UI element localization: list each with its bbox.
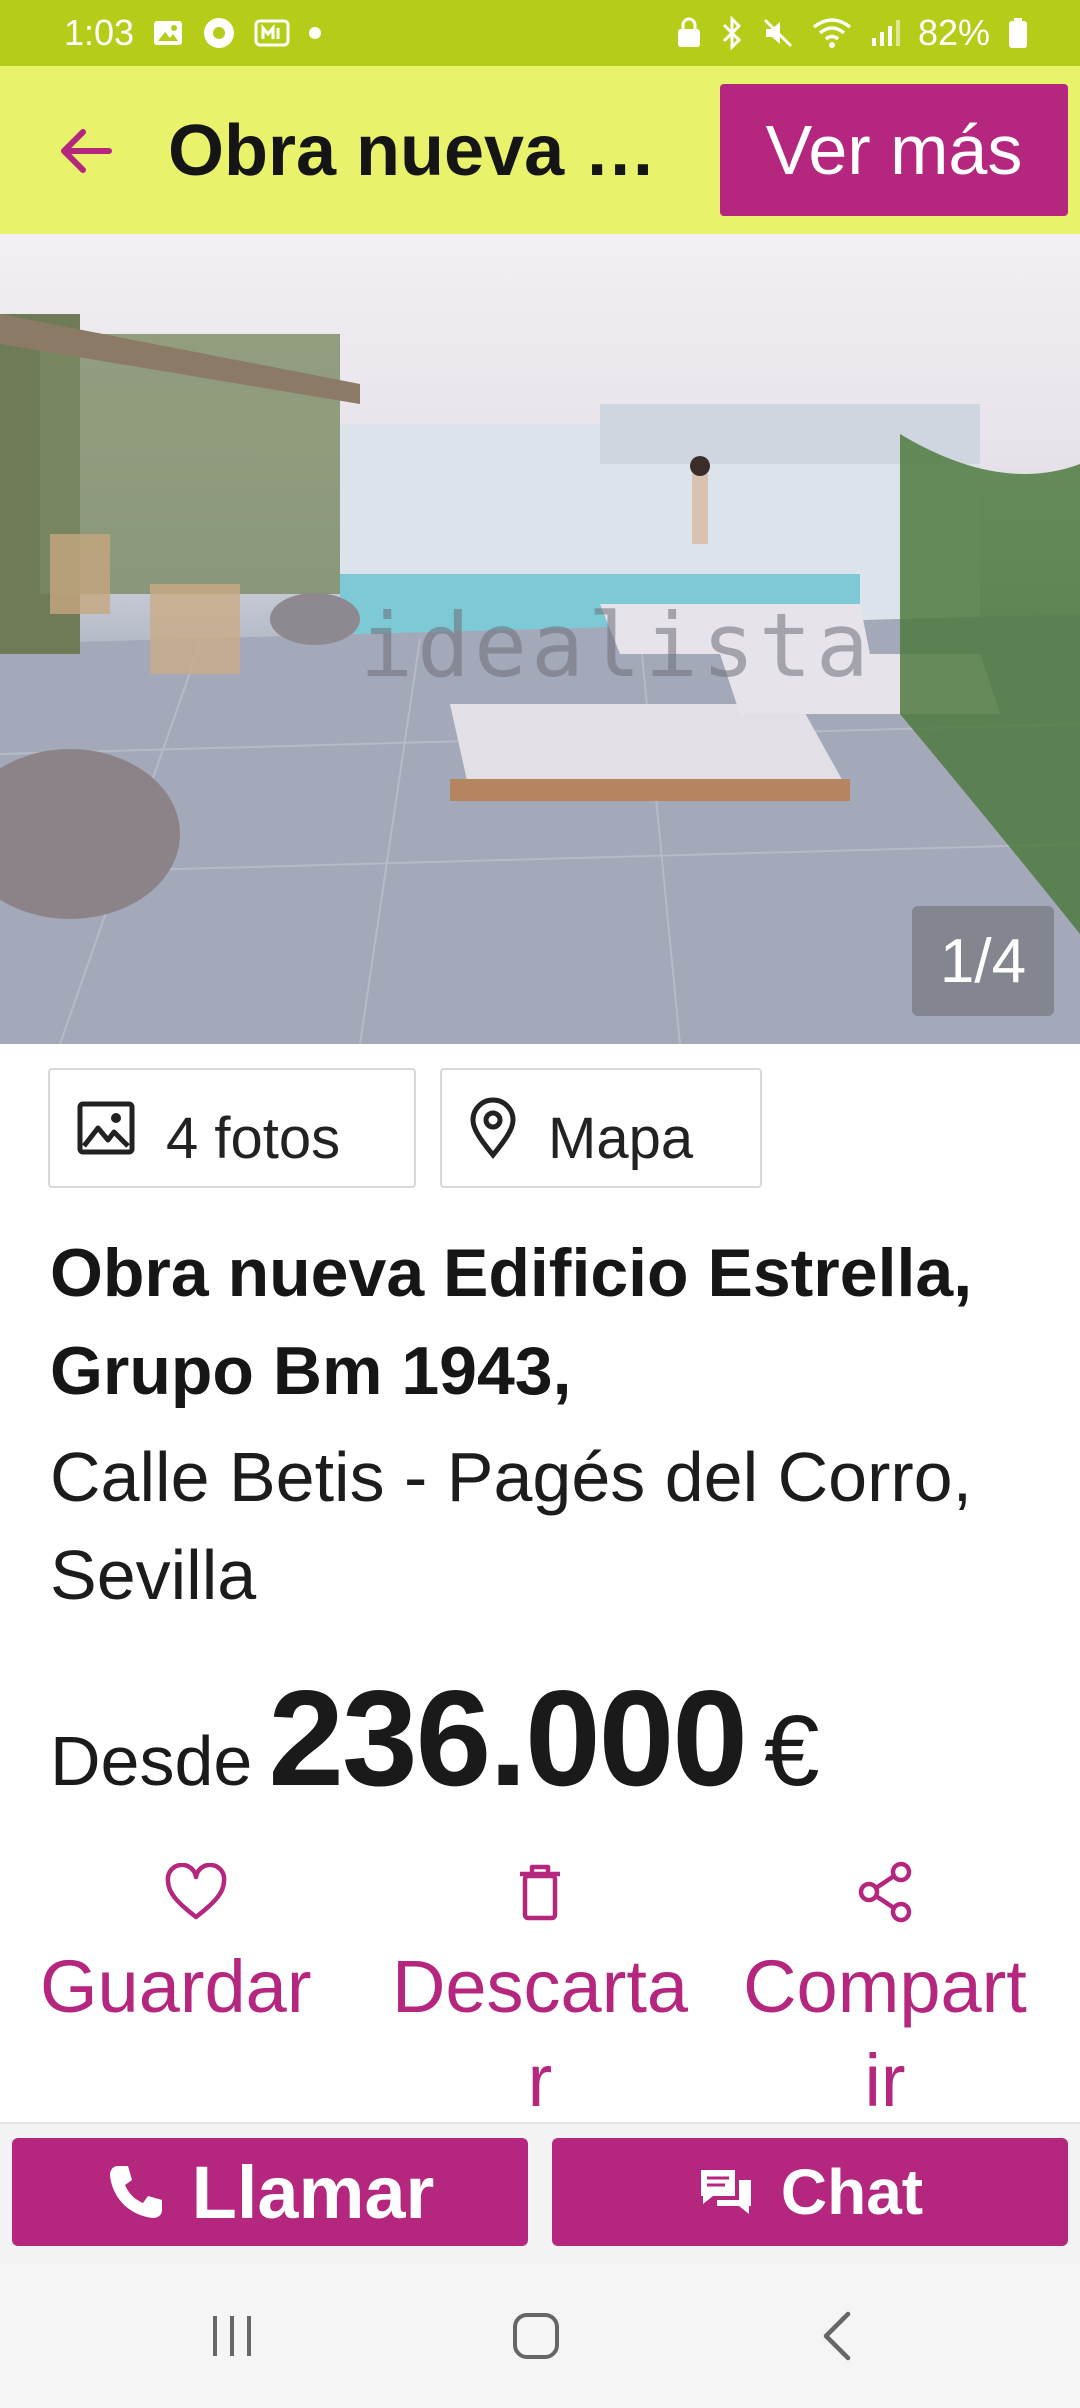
call-button[interactable]: Llamar xyxy=(12,2138,528,2246)
share-label: Compartir xyxy=(743,1945,1027,2122)
save-button[interactable]: Guardar xyxy=(40,1852,330,2034)
map-chip[interactable]: Mapa xyxy=(440,1068,762,1188)
property-photo[interactable]: idealista 1/4 xyxy=(0,234,1080,1044)
listing-address: Calle Betis - Pagés del Corro, Sevilla xyxy=(50,1438,973,1614)
mute-icon xyxy=(762,17,794,49)
app-bar-title: Obra nueva Edificio Estrella, Grupo Bm 1… xyxy=(168,111,688,191)
share-icon xyxy=(858,1861,912,1923)
chat-button[interactable]: Chat xyxy=(552,2138,1068,2246)
price-value: 236.000 xyxy=(268,1662,748,1814)
status-time: 1:03 xyxy=(64,12,135,53)
app-bar: Obra nueva Edificio Estrella, Grupo Bm 1… xyxy=(0,66,1080,234)
bluetooth-icon xyxy=(720,16,744,50)
lock-icon xyxy=(676,17,702,49)
map-chip-label: Mapa xyxy=(548,1105,694,1171)
ver-mas-button[interactable]: Ver más xyxy=(720,84,1068,216)
gallery-notification-icon xyxy=(152,17,184,49)
save-label: Guardar xyxy=(40,1945,312,2028)
wifi-icon xyxy=(812,17,852,49)
heart-icon xyxy=(165,1863,227,1920)
system-back-button[interactable] xyxy=(778,2294,898,2378)
more-notifications-dot-icon xyxy=(308,26,322,40)
recent-apps-button[interactable] xyxy=(172,2294,292,2378)
image-icon xyxy=(77,1101,135,1155)
price-currency: € xyxy=(763,1695,820,1807)
chrome-notification-icon xyxy=(202,16,236,50)
back-button[interactable] xyxy=(40,106,130,196)
chevron-left-icon xyxy=(823,2311,851,2361)
photos-chip-label: 4 fotos xyxy=(166,1105,341,1171)
call-button-label: Llamar xyxy=(191,2150,435,2234)
app-notification-icon xyxy=(254,17,290,49)
home-button[interactable] xyxy=(476,2294,596,2378)
price-prefix: Desde xyxy=(50,1722,253,1800)
chat-button-label: Chat xyxy=(780,2156,924,2228)
signal-icon xyxy=(870,18,900,48)
share-button[interactable]: Compartir xyxy=(735,1852,1035,2128)
photo-watermark: idealista xyxy=(360,594,873,697)
discard-label: Descartar xyxy=(391,1945,689,2122)
chat-bubbles-icon xyxy=(700,2170,751,2214)
location-pin-icon xyxy=(470,1097,516,1159)
photo-counter: 1/4 xyxy=(912,906,1054,1016)
discard-button[interactable]: Descartar xyxy=(390,1852,690,2128)
price-row: Desde 236.000 € xyxy=(50,1660,820,1814)
photos-chip[interactable]: 4 fotos xyxy=(48,1068,416,1188)
battery-icon xyxy=(1008,17,1028,49)
home-icon xyxy=(513,2313,559,2359)
trash-icon xyxy=(520,1864,560,1921)
status-bar: 1:03 82% xyxy=(0,0,1080,66)
listing-title: Obra nueva Edificio Estrella, Grupo Bm 1… xyxy=(50,1235,973,1409)
arrow-left-icon xyxy=(61,129,112,173)
system-nav-bar xyxy=(0,2264,1080,2408)
recent-apps-icon xyxy=(213,2316,251,2356)
battery-level: 82% xyxy=(917,12,990,53)
phone-icon xyxy=(109,2166,162,2218)
